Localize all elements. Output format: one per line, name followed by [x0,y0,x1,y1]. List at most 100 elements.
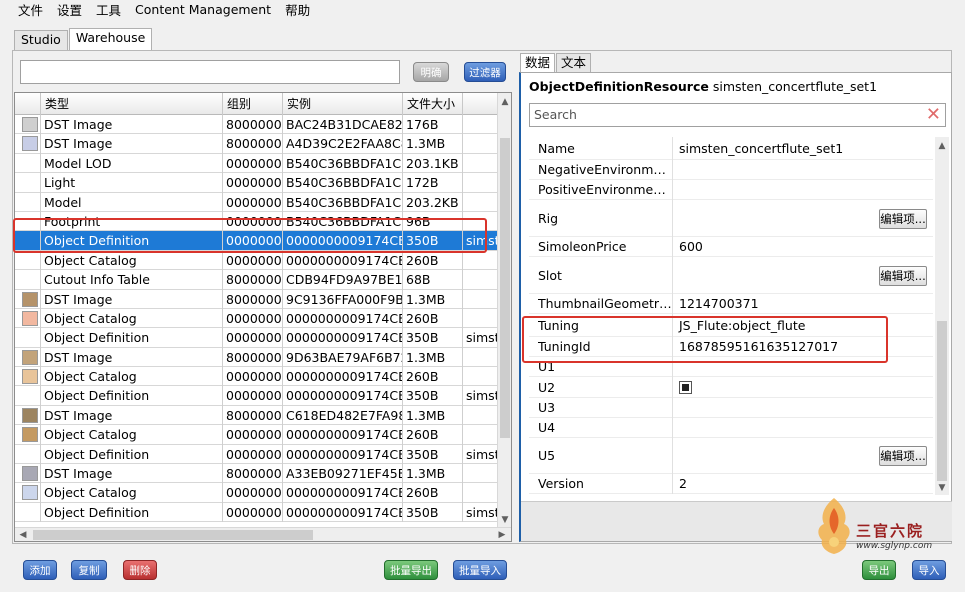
table-row[interactable]: Object Catalog000000000000000009174CE726… [15,367,499,387]
table-row[interactable]: Object Catalog000000000000000009174CE926… [15,483,499,503]
table-row[interactable]: Model LOD00000000B540C36BBDFA1CB9203.1KB [15,153,499,174]
table-row[interactable]: Object Catalog000000000000000009174CE526… [15,250,499,271]
property-divider [672,200,673,237]
property-row-positiveenvironment[interactable]: PositiveEnvironment... [529,180,933,200]
property-row-tuning[interactable]: Tuning JS_Flute:object_flute [529,314,933,337]
grid-vertical-scrollbar[interactable]: ▲ ▼ [497,93,511,529]
property-row-u3[interactable]: U3 [529,398,933,418]
table-row[interactable]: Object Catalog000000000000000009174CE626… [15,308,499,329]
property-search-input[interactable]: Search ✕ [529,103,946,127]
edit-items-button[interactable]: 编辑项... [879,209,927,229]
cell-group: 00000000 [223,192,283,212]
cell-type: Object Definition [41,328,223,348]
menu-tools[interactable]: 工具 [96,0,121,19]
batch-export-button[interactable]: 批量导出 [384,560,438,580]
batch-import-button[interactable]: 批量导入 [453,560,507,580]
property-value[interactable]: 600 [679,237,703,257]
clear-search-icon[interactable]: ✕ [926,106,941,124]
tab-studio[interactable]: Studio [14,30,68,50]
cell-group: 00000000 [223,250,283,271]
property-row-tuningid[interactable]: TuningId 16878595161635127017 [529,337,933,357]
property-row-thumbnailgeometry[interactable]: ThumbnailGeometry... 1214700371 [529,294,933,314]
clear-button[interactable]: 明确 [413,62,449,82]
property-value[interactable]: 2 [679,474,687,494]
property-name: TuningId [538,339,591,354]
prop-scroll-up-icon[interactable]: ▲ [935,139,949,153]
table-row[interactable]: DST Image800000009D63BAE79AF6B7291.3MB [15,347,499,368]
export-button[interactable]: 导出 [862,560,896,580]
tab-data[interactable]: 数据 [520,53,556,72]
prop-scroll-down-icon[interactable]: ▼ [935,481,949,495]
import-button[interactable]: 导入 [912,560,946,580]
cell-size: 1.3MB [403,134,463,154]
cell-group: 00000000 [223,173,283,193]
scroll-right-icon[interactable]: ▶ [495,528,509,541]
checkbox-icon[interactable] [679,381,692,394]
grid-horizontal-scrollbar[interactable]: ◀ ▶ [15,527,511,541]
property-name: U2 [538,380,556,395]
property-row-u4[interactable]: U4 [529,418,933,438]
tab-warehouse[interactable]: Warehouse [68,28,153,50]
scroll-left-icon[interactable]: ◀ [16,528,30,541]
table-row[interactable]: DST Image80000000C618ED482E7FA9891.3MB [15,405,499,426]
hscroll-thumb[interactable] [33,530,313,540]
table-row[interactable]: Object Definition000000000000000009174CE… [15,231,499,251]
table-row[interactable]: DST Image80000000BAC24B31DCAE82F1176B [15,115,499,135]
table-row[interactable]: Footprint00000000B540C36BBDFA1CB996B [15,211,499,232]
property-row-rig[interactable]: Rig 编辑项... [529,200,933,237]
cell-group: 80000000 [223,347,283,368]
edit-items-button[interactable]: 编辑项... [879,266,927,286]
property-name: U1 [538,359,556,374]
table-row[interactable]: DST Image80000000A33EB09271EF45B61.3MB [15,464,499,484]
delete-button[interactable]: 删除 [123,560,157,580]
table-row[interactable]: Object Definition000000000000000009174CE… [15,386,499,406]
property-value[interactable]: JS_Flute:object_flute [679,314,805,337]
copy-button[interactable]: 复制 [71,560,107,580]
table-row[interactable]: Object Definition000000000000000009174CE… [15,328,499,348]
table-row[interactable]: Object Definition000000000000000009174CE… [15,502,499,523]
cell-size: 260B [403,367,463,387]
property-row-version[interactable]: Version 2 [529,474,933,494]
table-row[interactable]: Object Catalog000000000000000009174CE826… [15,425,499,445]
table-row[interactable]: DST Image80000000A4D39C2E2FAA8C801.3MB [15,134,499,154]
table-row[interactable]: DST Image800000009C9136FFA000F9B91.3MB [15,289,499,309]
table-row[interactable]: Object Definition000000000000000009174CE… [15,444,499,465]
menu-content-management[interactable]: Content Management [135,2,271,17]
property-row-u2[interactable]: U2 [529,377,933,398]
tab-text[interactable]: 文本 [556,53,592,72]
cell-instance: 9D63BAE79AF6B729 [283,347,403,368]
header-size[interactable]: 文件大小 [403,93,463,115]
scroll-down-icon[interactable]: ▼ [498,513,511,527]
header-group[interactable]: 组别 [223,93,283,115]
cell-instance: B540C36BBDFA1CB9 [283,153,403,174]
filter-button[interactable]: 过滤器 [464,62,506,82]
property-row-u1[interactable]: U1 [529,357,933,377]
table-row[interactable]: Model00000000B540C36BBDFA1CB9203.2KB [15,192,499,212]
property-row-name[interactable]: Name simsten_concertflute_set1 [529,137,933,160]
property-row-slot[interactable]: Slot 编辑项... [529,257,933,294]
property-value[interactable]: 1214700371 [679,294,759,314]
property-row-u5[interactable]: U5 编辑项... [529,438,933,474]
property-value[interactable]: 16878595161635127017 [679,337,838,357]
header-name[interactable] [463,93,499,115]
property-divider [672,257,673,294]
property-value[interactable]: simsten_concertflute_set1 [679,137,843,160]
property-row-negativeenvironmen[interactable]: NegativeEnvironmen... [529,160,933,180]
add-button[interactable]: 添加 [23,560,57,580]
property-row-simoleonprice[interactable]: SimoleonPrice 600 [529,237,933,257]
property-vertical-scrollbar[interactable]: ▲ ▼ [935,137,949,495]
row-thumb-cell [15,231,41,251]
prop-scroll-thumb[interactable] [937,321,947,481]
header-type[interactable]: 类型 [41,93,223,115]
table-row[interactable]: Cutout Info Table80000000CDB94FD9A97BE13… [15,270,499,290]
menu-help[interactable]: 帮助 [285,0,310,19]
scroll-thumb[interactable] [500,138,510,438]
resource-search-input[interactable] [20,60,400,84]
edit-items-button[interactable]: 编辑项... [879,446,927,466]
scroll-up-icon[interactable]: ▲ [498,95,511,109]
menu-settings[interactable]: 设置 [57,0,82,19]
cell-name [463,367,499,387]
header-instance[interactable]: 实例 [283,93,403,115]
menu-file[interactable]: 文件 [18,0,43,19]
table-row[interactable]: Light00000000B540C36BBDFA1CB9172B [15,173,499,193]
